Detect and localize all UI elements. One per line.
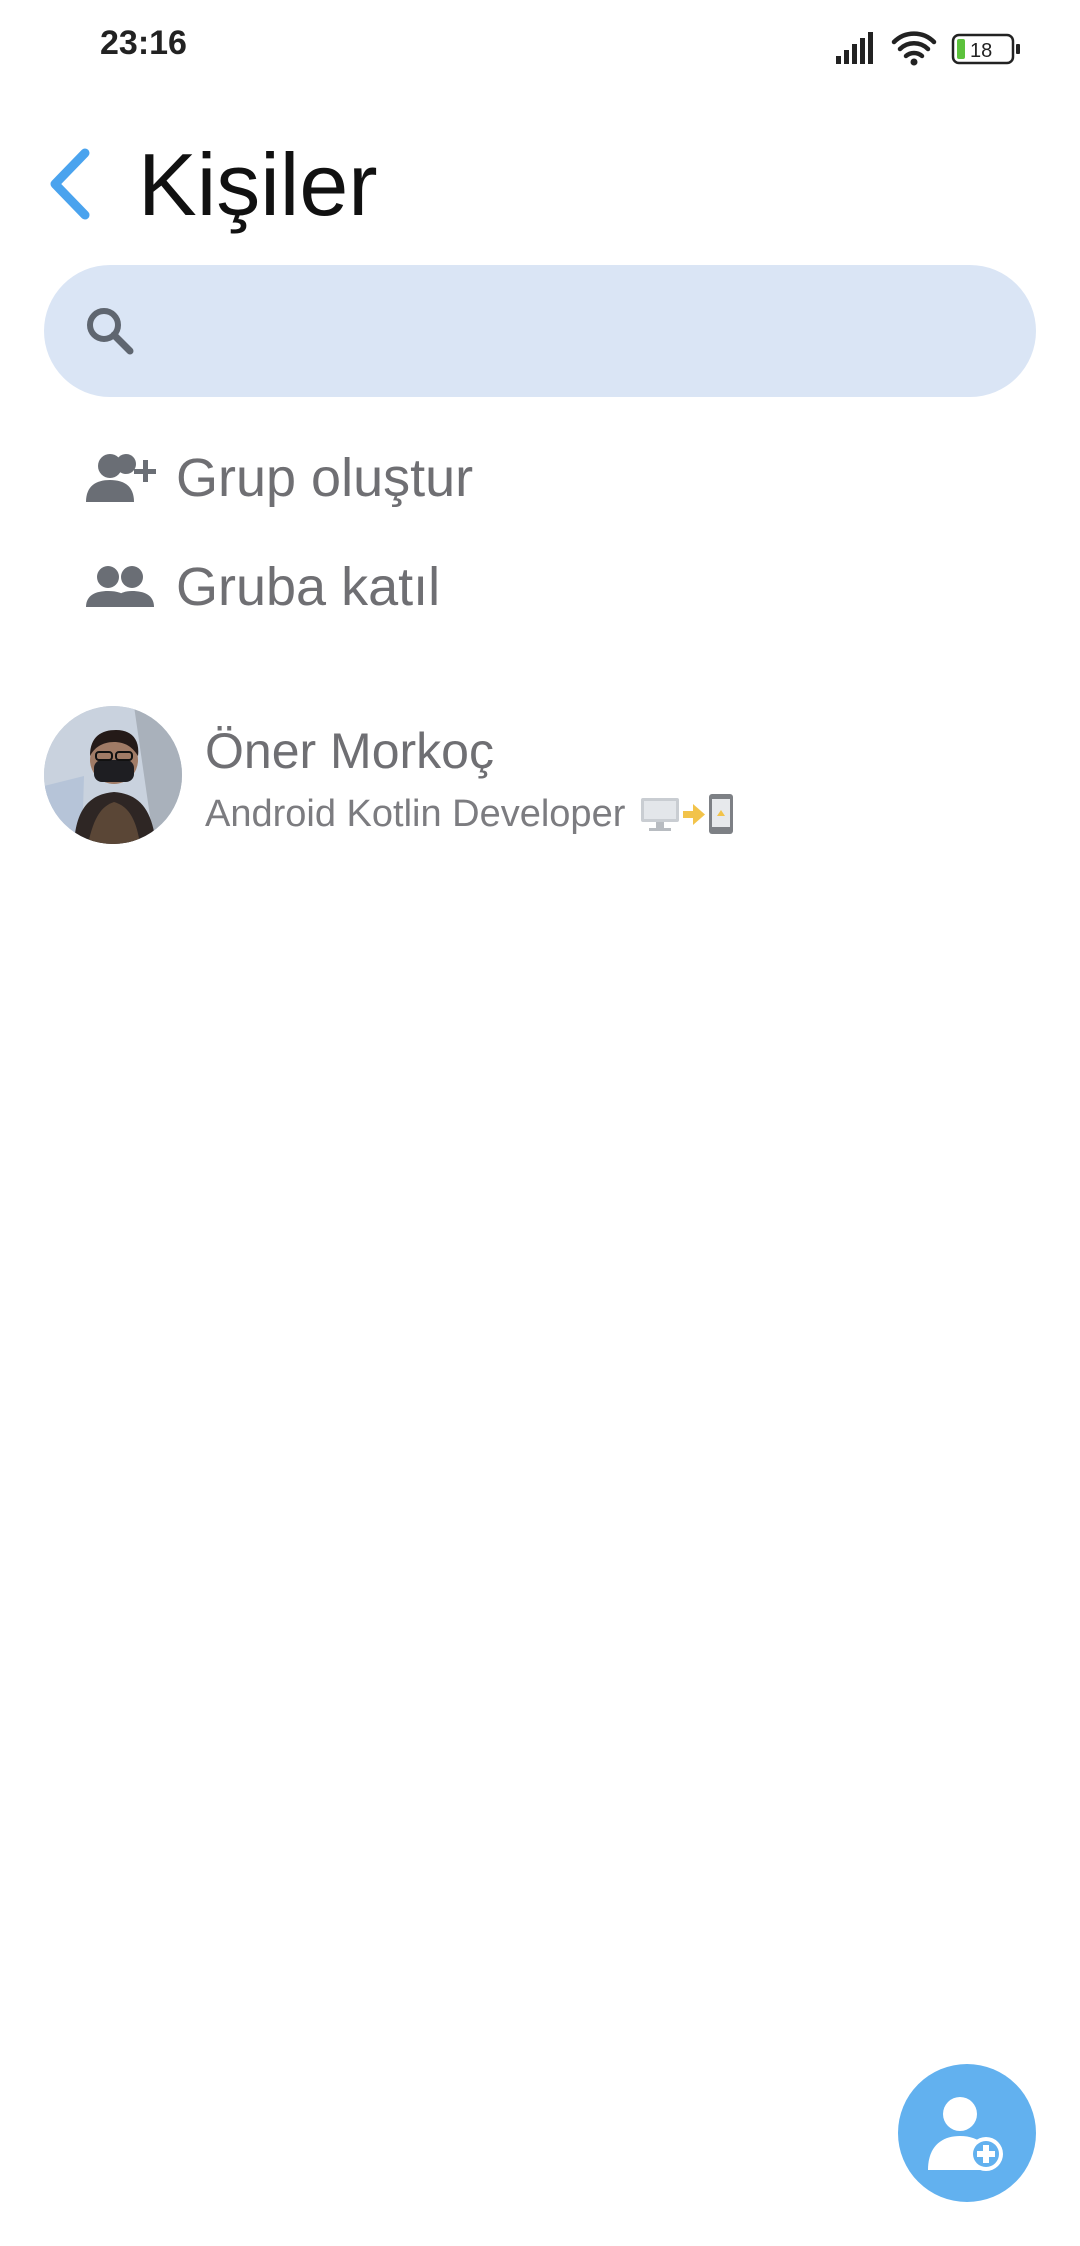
join-group-row[interactable]: Gruba katıl [0,537,1080,637]
desktop-computer-icon [641,798,680,831]
join-group-label: Gruba katıl [176,557,441,617]
search-input[interactable] [164,289,1008,375]
create-group-label: Grup oluştur [176,448,474,508]
contact-status-text: Android Kotlin Developer [205,793,626,835]
add-contact-button[interactable] [898,2064,1036,2202]
back-button[interactable] [40,142,100,226]
group-icon [86,566,154,607]
battery-icon: 18 [951,33,1020,65]
contact-list-item[interactable]: Öner Morkoç Android Kotlin Developer [0,700,1080,850]
page-title: Kişiler [138,135,378,234]
chevron-left-icon [50,148,90,220]
add-contact-icon [928,2097,1003,2171]
contact-name: Öner Morkoç [205,723,494,779]
signal-icon [836,32,873,64]
contact-status: Android Kotlin Developer [205,790,735,838]
battery-level: 18 [970,40,992,62]
header: Kişiler [0,120,1080,250]
avatar [44,706,182,844]
status-bar: 23:16 18 [0,0,1080,96]
right-arrow-icon [683,804,706,825]
search-bar[interactable] [44,265,1036,397]
group-add-icon [86,454,156,502]
status-time: 23:16 [100,24,187,62]
status-emoji [639,792,735,836]
status-icons: 18 [834,28,1024,68]
create-group-row[interactable]: Grup oluştur [0,428,1080,528]
search-icon [87,308,134,355]
mobile-phone-icon [709,794,734,834]
wifi-icon [891,31,937,66]
